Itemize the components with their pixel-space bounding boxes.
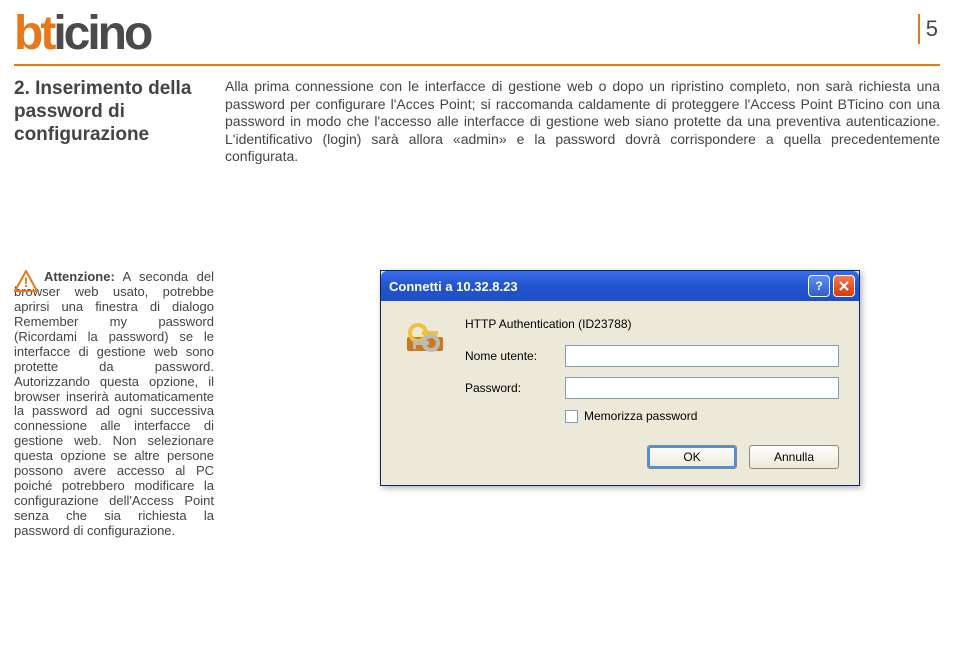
section-title: 2. Inserimento della password di configu… (14, 78, 214, 146)
keys-icon (401, 317, 449, 365)
password-row: Password: (465, 377, 839, 399)
dialog-buttons: OK Annulla (381, 435, 859, 485)
header-rule (14, 64, 940, 66)
dialog-body: HTTP Authentication (ID23788) Nome utent… (381, 301, 859, 435)
warning-icon: ! (14, 270, 38, 297)
username-input[interactable] (565, 345, 839, 367)
ok-button[interactable]: OK (647, 445, 737, 469)
password-input[interactable] (565, 377, 839, 399)
warning-block: ! Attenzione: A seconda del browser web … (14, 270, 214, 539)
logo-part-2: icino (53, 7, 150, 60)
dialog-title: Connetti a 10.32.8.23 (389, 279, 805, 294)
remember-checkbox[interactable] (565, 410, 578, 423)
body-text: Alla prima connessione con le interfacce… (225, 78, 940, 166)
close-button[interactable] (833, 275, 855, 297)
form-area: HTTP Authentication (ID23788) Nome utent… (465, 317, 839, 423)
page-number: 5 (926, 16, 938, 42)
auth-label: HTTP Authentication (ID23788) (465, 317, 839, 331)
warning-text: Attenzione: A seconda del browser web us… (14, 270, 214, 539)
warning-body: A seconda del browser web usato, potrebb… (14, 269, 214, 538)
close-icon (839, 281, 849, 291)
password-label: Password: (465, 381, 565, 395)
dialog-titlebar[interactable]: Connetti a 10.32.8.23 ? (381, 271, 859, 301)
page-number-box: 5 (918, 14, 938, 44)
logo-part-1: bt (14, 7, 53, 60)
warning-bold-lead: Attenzione: (44, 269, 115, 284)
remember-label: Memorizza password (584, 409, 697, 423)
username-label: Nome utente: (465, 349, 565, 363)
remember-row: Memorizza password (565, 409, 839, 423)
logo: bticino (14, 6, 150, 61)
help-button[interactable]: ? (808, 275, 830, 297)
auth-dialog: Connetti a 10.32.8.23 ? HTTP Authenticat… (380, 270, 860, 486)
cancel-button[interactable]: Annulla (749, 445, 839, 469)
page-number-divider (918, 14, 920, 44)
svg-text:!: ! (24, 274, 29, 290)
username-row: Nome utente: (465, 345, 839, 367)
